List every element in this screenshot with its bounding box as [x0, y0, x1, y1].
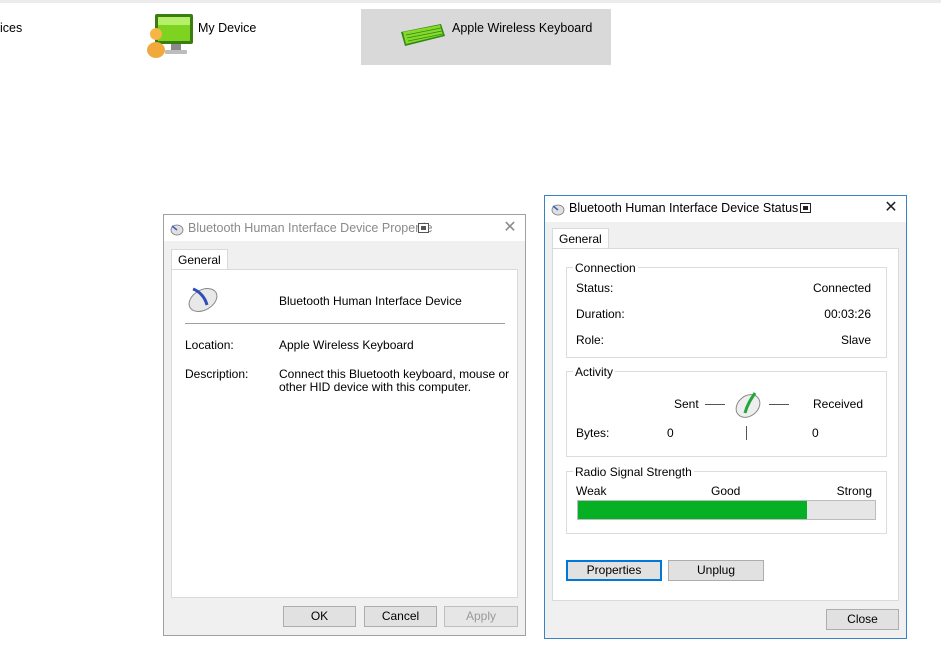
duration-label: Duration:	[576, 307, 625, 321]
mouse-icon	[170, 224, 184, 236]
keyboard-icon	[397, 22, 447, 48]
status-value: Connected	[812, 281, 871, 295]
signal-weak-label: Weak	[576, 484, 607, 498]
signal-strength-fill	[578, 501, 807, 519]
close-icon[interactable]: ✕	[881, 198, 901, 218]
signal-good-label: Good	[711, 484, 741, 498]
location-value: Apple Wireless Keyboard	[279, 338, 414, 352]
status-panel: Connection Status: Connected Duration: 0…	[552, 248, 899, 601]
properties-titlebar[interactable]: Bluetooth Human Interface Device Propert…	[164, 215, 525, 241]
device-item-devices[interactable]: ices	[0, 21, 22, 35]
device-name: Bluetooth Human Interface Device	[279, 294, 462, 308]
description-label: Description:	[185, 367, 249, 381]
activity-group	[566, 371, 887, 457]
activity-group-label: Activity	[573, 365, 616, 379]
cancel-button[interactable]: Cancel	[364, 606, 437, 627]
window-snap-icon	[418, 223, 429, 233]
bytes-sent-value: 0	[667, 426, 674, 440]
tab-general[interactable]: General	[171, 249, 228, 270]
description-line-1: Connect this Bluetooth keyboard, mouse o…	[279, 367, 510, 381]
device-item-my-device[interactable]	[145, 12, 197, 60]
duration-value: 00:03:26	[824, 307, 871, 321]
received-line	[769, 404, 789, 405]
status-titlebar[interactable]: Bluetooth Human Interface Device Status …	[545, 196, 906, 222]
status-title: Bluetooth Human Interface Device Status	[569, 201, 799, 215]
hid-mouse-icon	[188, 287, 218, 312]
activity-divider	[746, 426, 747, 440]
location-label: Location:	[185, 338, 234, 352]
device-label-apple-wireless-keyboard: Apple Wireless Keyboard	[452, 21, 593, 35]
properties-panel: Bluetooth Human Interface Device Locatio…	[171, 269, 518, 598]
ok-button[interactable]: OK	[283, 606, 356, 627]
apply-button[interactable]: Apply	[444, 606, 518, 627]
status-label: Status:	[576, 281, 614, 295]
signal-strength-bar	[577, 500, 876, 520]
my-device-icon	[147, 14, 193, 58]
properties-title: Bluetooth Human Interface Device Propert…	[188, 221, 433, 235]
role-label: Role:	[576, 333, 605, 347]
status-dialog: Bluetooth Human Interface Device Status …	[544, 195, 907, 639]
top-divider	[0, 0, 941, 3]
bytes-label: Bytes:	[576, 426, 610, 440]
close-icon[interactable]: ✕	[500, 218, 520, 238]
properties-dialog: Bluetooth Human Interface Device Propert…	[163, 214, 526, 636]
received-label: Received	[813, 397, 864, 411]
activity-mouse-icon	[735, 392, 761, 418]
close-button[interactable]: Close	[826, 609, 899, 630]
unplug-button[interactable]: Unplug	[668, 560, 764, 581]
role-value: Slave	[840, 333, 871, 347]
separator	[185, 323, 505, 324]
sent-line	[705, 404, 725, 405]
window-snap-icon	[800, 203, 811, 213]
mouse-icon	[551, 204, 565, 216]
sent-label: Sent	[674, 397, 699, 411]
tab-general[interactable]: General	[552, 228, 609, 249]
signal-strong-label: Strong	[836, 484, 872, 498]
signal-group-label: Radio Signal Strength	[573, 465, 694, 479]
device-label-my-device: My Device	[198, 21, 257, 35]
connection-group-label: Connection	[573, 261, 638, 275]
description-line-2: other HID device with this computer.	[279, 380, 472, 394]
device-label: ices	[0, 21, 23, 35]
properties-button[interactable]: Properties	[566, 560, 662, 581]
bytes-received-value: 0	[812, 426, 819, 440]
